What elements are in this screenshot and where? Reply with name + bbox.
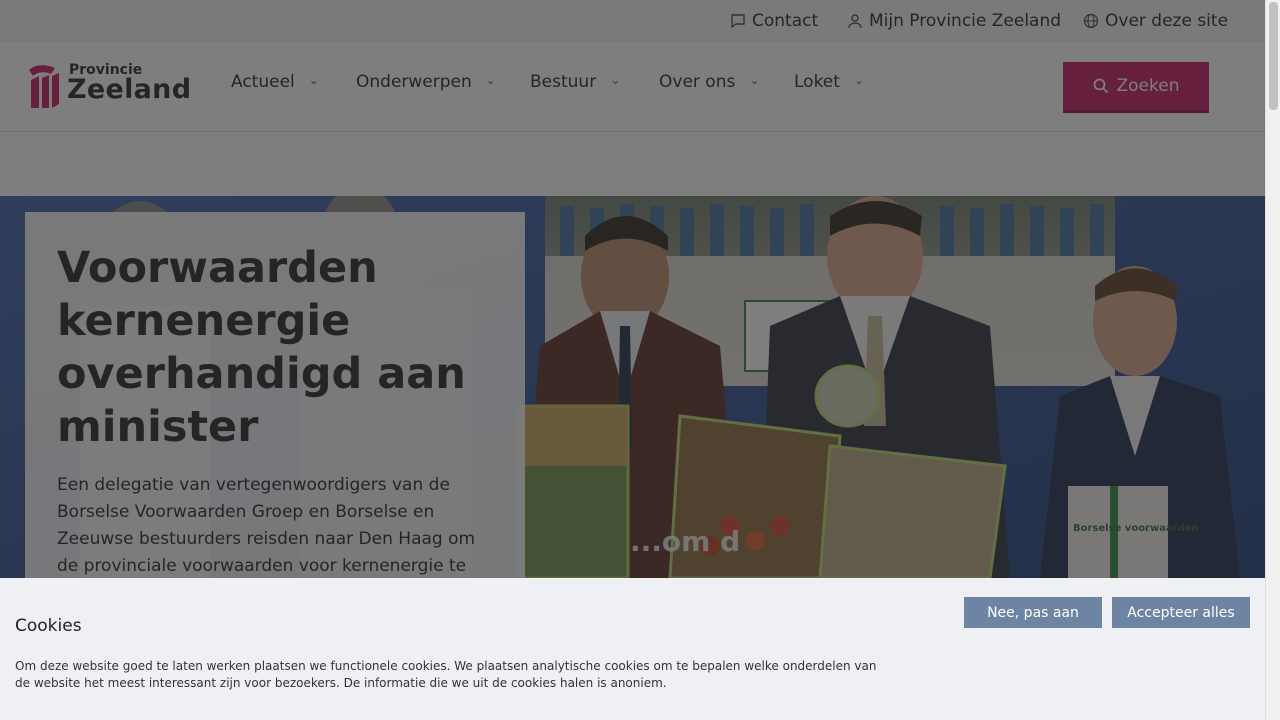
gift-box-label: Borselse voorwaarden (1073, 523, 1199, 534)
nav-bestuur-label: Bestuur (530, 72, 597, 92)
main-header: Provincie Zeeland Actueel ⌄ Onderwerpen … (0, 42, 1265, 132)
logo-zeeland-text: Zeeland (67, 74, 192, 105)
hero-section: ...om d Borselse voorwaarden Voorwaarden… (0, 196, 1265, 578)
chevron-down-icon: ⌄ (308, 73, 319, 87)
hero-description: Een delegatie van vertegenwoordigers van… (57, 475, 476, 576)
chevron-down-icon: ⌄ (853, 73, 864, 87)
utility-bar: Contact Mijn Provincie Zeeland Over deze… (0, 0, 1265, 42)
provincie-zeeland-logo[interactable]: Provincie Zeeland (25, 62, 192, 112)
contact-link[interactable]: Contact (730, 0, 818, 42)
nav-bestuur[interactable]: Bestuur ⌄ (530, 42, 620, 122)
chevron-down-icon: ⌄ (610, 73, 621, 87)
cookie-banner: Cookies Om deze website goed te laten we… (0, 578, 1265, 720)
over-deze-site-label: Over deze site (1105, 11, 1229, 31)
scrollbar-thumb[interactable] (1269, 2, 1278, 110)
cookie-decline-button[interactable]: Nee, pas aan (964, 597, 1102, 628)
search-label: Zoeken (1116, 76, 1180, 96)
cookie-title: Cookies (15, 616, 82, 636)
nav-onderwerpen[interactable]: Onderwerpen ⌄ (356, 42, 496, 122)
nav-loket-label: Loket (794, 72, 840, 92)
nav-over-ons[interactable]: Over ons ⌄ (659, 42, 759, 122)
nav-over-ons-label: Over ons (659, 72, 736, 92)
chevron-down-icon: ⌄ (749, 73, 760, 87)
zeeland-lion-logo-icon (29, 65, 59, 108)
user-icon (848, 14, 862, 29)
over-deze-site-link[interactable]: Over deze site (1083, 0, 1228, 42)
hero-title[interactable]: Voorwaarden kernenergie overhandigd aan … (57, 242, 493, 454)
nav-onderwerpen-label: Onderwerpen (356, 72, 472, 92)
globe-icon (1083, 13, 1099, 29)
hero-card: Voorwaarden kernenergie overhandigd aan … (25, 212, 525, 578)
nav-actueel[interactable]: Actueel ⌄ (231, 42, 319, 122)
search-button[interactable]: Zoeken (1063, 62, 1209, 113)
chevron-down-icon: ⌄ (485, 73, 496, 87)
puzzle-caption-text: ...om d (630, 525, 740, 558)
header-spacer (0, 132, 1265, 196)
cookie-accept-button[interactable]: Accepteer alles (1112, 597, 1250, 628)
nav-actueel-label: Actueel (231, 72, 295, 92)
chat-icon (731, 14, 745, 29)
mijn-provincie-link[interactable]: Mijn Provincie Zeeland (847, 0, 1061, 42)
contact-label: Contact (752, 11, 819, 31)
mijn-provincie-label: Mijn Provincie Zeeland (869, 11, 1062, 31)
cookie-text: Om deze website goed te laten werken pla… (15, 659, 877, 690)
page-scrollbar[interactable] (1265, 0, 1280, 720)
search-icon (1093, 78, 1108, 94)
nav-loket[interactable]: Loket ⌄ (794, 42, 864, 122)
